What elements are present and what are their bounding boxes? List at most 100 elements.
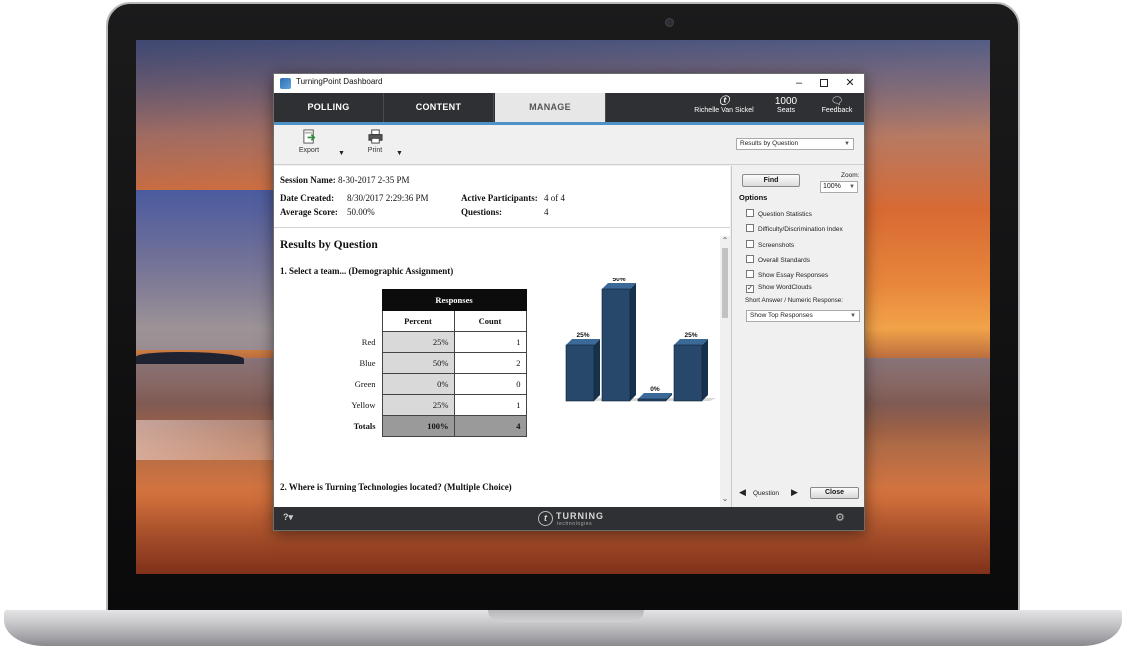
next-question-icon[interactable]: ▶ xyxy=(791,487,798,498)
export-icon xyxy=(302,129,315,144)
tab-manage[interactable]: MANAGE xyxy=(495,93,606,122)
user-name: Richelle Van Sickel xyxy=(694,107,754,114)
percent-cell: 25% xyxy=(381,394,455,416)
feedback-button[interactable]: 🗨 Feedback xyxy=(814,96,860,114)
totals-label: Totals xyxy=(353,421,376,431)
bar-data-label: 0% xyxy=(650,386,660,393)
chevron-down-icon[interactable]: ⌄ xyxy=(720,494,730,503)
option-label: Overall Standards xyxy=(758,257,811,264)
export-button[interactable]: Export xyxy=(294,129,324,154)
app-window: TurningPoint Dashboard – ✕ POLLING CONTE… xyxy=(273,73,865,531)
tab-polling[interactable]: POLLING xyxy=(274,93,384,122)
average-score-value: 50.00% xyxy=(347,207,375,217)
camera-icon xyxy=(665,18,674,27)
totals-percent: 100% xyxy=(381,415,455,437)
checkbox[interactable] xyxy=(746,209,754,217)
average-score-label: Average Score: xyxy=(280,207,338,217)
table-header-row: Responses xyxy=(332,289,527,311)
zoom-value: 100% xyxy=(823,183,841,190)
maximize-icon xyxy=(820,79,828,87)
checkbox[interactable] xyxy=(746,255,754,263)
bar-side xyxy=(702,339,708,401)
count-cell: 1 xyxy=(453,394,527,416)
bar xyxy=(565,344,595,402)
seats-indicator[interactable]: 1000 Seats xyxy=(764,96,808,114)
app-icon xyxy=(280,78,291,89)
footer-bar: ?▾ t TURNING technologies ⚙ xyxy=(274,507,864,530)
print-dropdown-arrow[interactable]: ▼ xyxy=(396,150,403,157)
bar-data-label: 25% xyxy=(684,332,697,339)
print-button[interactable]: Print xyxy=(360,129,390,154)
maximize-button[interactable] xyxy=(811,74,837,93)
chevron-up-icon[interactable]: ⌃ xyxy=(720,236,730,245)
laptop-base xyxy=(4,610,1122,646)
checkbox[interactable] xyxy=(746,240,754,248)
row-label: Green xyxy=(354,379,376,389)
close-window-button[interactable]: ✕ xyxy=(837,74,863,93)
export-dropdown-arrow[interactable]: ▼ xyxy=(338,150,345,157)
title-bar[interactable]: TurningPoint Dashboard – ✕ xyxy=(274,74,864,93)
bar xyxy=(637,398,667,402)
option-difficulty-index[interactable]: Difficulty/Discrimination Index xyxy=(746,224,843,233)
export-label: Export xyxy=(298,147,320,154)
close-button[interactable]: Close xyxy=(810,487,859,499)
row-label: Blue xyxy=(359,358,376,368)
session-name-value: 8-30-2017 2-35 PM xyxy=(338,175,410,185)
date-created-label: Date Created: xyxy=(280,193,335,203)
option-show-essay-responses[interactable]: Show Essay Responses xyxy=(746,270,828,279)
option-overall-standards[interactable]: Overall Standards xyxy=(746,255,810,264)
report-type-select[interactable]: Results by Question ▼ xyxy=(736,138,854,150)
brand-name: TURNING xyxy=(556,511,604,521)
help-icon[interactable]: ?▾ xyxy=(283,512,293,523)
scrollbar-thumb[interactable] xyxy=(722,248,728,318)
bar xyxy=(601,288,631,402)
feedback-icon: 🗨 xyxy=(830,96,844,107)
count-cell: 0 xyxy=(453,373,527,395)
short-answer-label: Short Answer / Numeric Response: xyxy=(745,297,843,304)
totals-count: 4 xyxy=(453,415,527,437)
user-account[interactable]: ⓣ Richelle Van Sickel xyxy=(694,96,754,114)
minimize-button[interactable]: – xyxy=(786,74,812,93)
table-row: Yellow 25% 1 xyxy=(332,394,527,416)
options-heading: Options xyxy=(739,193,768,202)
percent-cell: 25% xyxy=(381,331,455,353)
table-subheader-row: Percent Count xyxy=(332,310,527,332)
date-created-value: 8/30/2017 2:29:36 PM xyxy=(347,193,429,203)
option-show-wordclouds[interactable]: ✓ Show WordClouds xyxy=(746,284,812,293)
report-pane: Session Name: 8-30-2017 2-35 PM Date Cre… xyxy=(274,166,730,507)
option-question-statistics[interactable]: Question Statistics xyxy=(746,209,812,218)
previous-question-icon[interactable]: ◀ xyxy=(739,487,746,498)
gear-icon[interactable]: ⚙ xyxy=(835,511,845,524)
chevron-down-icon: ▼ xyxy=(849,184,855,190)
bar-data-label: 25% xyxy=(576,332,589,339)
count-cell: 2 xyxy=(453,352,527,374)
percent-column-header: Percent xyxy=(381,310,455,332)
option-screenshots[interactable]: Screenshots xyxy=(746,240,794,249)
table-spacer xyxy=(332,290,382,311)
questions-label: Questions: xyxy=(461,207,503,217)
count-column-header: Count xyxy=(453,310,527,332)
find-button[interactable]: Find xyxy=(742,174,800,187)
active-participants-label: Active Participants: xyxy=(461,193,538,203)
count-cell: 1 xyxy=(453,331,527,353)
short-answer-select[interactable]: Show Top Responses ▼ xyxy=(746,310,860,322)
tab-content[interactable]: CONTENT xyxy=(384,93,494,122)
option-label: Screenshots xyxy=(758,242,795,249)
percent-cell: 0% xyxy=(381,373,455,395)
laptop-notch xyxy=(488,610,644,622)
checkbox[interactable] xyxy=(746,224,754,232)
response-bar-chart: 25% 50% 0% 25% xyxy=(565,278,716,402)
report-divider xyxy=(274,227,730,228)
feedback-label: Feedback xyxy=(821,107,853,114)
row-label: Yellow xyxy=(351,400,376,410)
question-nav-label: Question xyxy=(753,490,780,497)
checkbox[interactable] xyxy=(746,270,754,278)
questions-value: 4 xyxy=(544,207,549,217)
user-icon: ⓣ xyxy=(719,96,729,107)
checkbox-checked[interactable]: ✓ xyxy=(746,285,754,293)
report-scrollbar[interactable]: ⌃ ⌄ xyxy=(720,236,730,507)
table-row: Red 25% 1 xyxy=(332,331,527,353)
main-nav: POLLING CONTENT MANAGE ⓣ Richelle Van Si… xyxy=(274,93,864,122)
session-name-label: Session Name: xyxy=(280,175,336,185)
zoom-select[interactable]: 100% ▼ xyxy=(820,181,858,193)
